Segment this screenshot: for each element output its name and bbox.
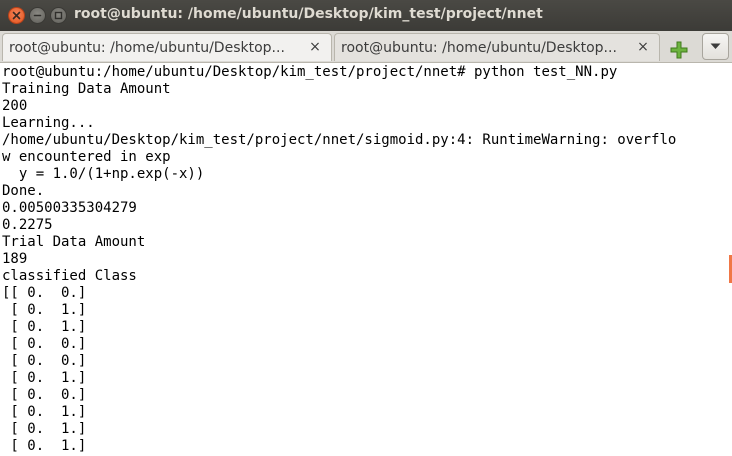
terminal-line: 0.00500335304279	[2, 200, 137, 216]
minimize-icon	[33, 14, 42, 17]
chevron-down-icon	[710, 43, 721, 49]
terminal-line: Training Data Amount	[2, 81, 171, 97]
terminal-line: 189	[2, 251, 28, 267]
maximize-icon	[54, 11, 63, 20]
terminal-line: [ 0. 1.]	[2, 370, 87, 386]
terminal-line: [ 0. 1.]	[2, 404, 87, 420]
new-tab-button[interactable]	[667, 38, 691, 62]
tab-label: root@ubuntu: /home/ubuntu/Desktop...	[9, 39, 285, 56]
terminal-line: y = 1.0/(1+np.exp(-x))	[2, 166, 205, 182]
terminal-line: Trial Data Amount	[2, 234, 146, 250]
terminal-line: Done.	[2, 183, 45, 199]
terminal-line: w encountered in exp	[2, 149, 171, 165]
terminal-line: [ 0. 1.]	[2, 421, 87, 437]
terminal-line: [ 0. 1.]	[2, 438, 87, 454]
window-title: root@ubuntu: /home/ubuntu/Desktop/kim_te…	[74, 6, 543, 22]
terminal-line: 0.2275	[2, 217, 53, 233]
terminal-line: Learning...	[2, 115, 95, 131]
terminal-line: 200	[2, 98, 28, 114]
title-bar[interactable]: root@ubuntu: /home/ubuntu/Desktop/kim_te…	[0, 0, 732, 31]
tab-terminal-1[interactable]: root@ubuntu: /home/ubuntu/Desktop... ×	[2, 33, 332, 61]
terminal-line: root@ubuntu:/home/ubuntu/Desktop/kim_tes…	[2, 64, 618, 80]
terminal-line: [[ 0. 0.]	[2, 285, 87, 301]
close-button[interactable]	[8, 7, 25, 24]
terminal-line: [ 0. 1.]	[2, 319, 87, 335]
plus-icon	[670, 41, 688, 59]
terminal-line: [ 0. 0.]	[2, 387, 87, 403]
terminal-line: /home/ubuntu/Desktop/kim_test/project/nn…	[2, 132, 677, 148]
tab-close-button[interactable]: ×	[307, 39, 323, 55]
minimize-button[interactable]	[29, 7, 46, 24]
terminal-line: [ 0. 0.]	[2, 353, 87, 369]
terminal-line: [ 0. 1.]	[2, 302, 87, 318]
tab-terminal-2[interactable]: root@ubuntu: /home/ubuntu/Desktop... ×	[334, 33, 660, 61]
terminal-line: classified Class	[2, 268, 137, 284]
tab-close-button[interactable]: ×	[635, 39, 651, 55]
maximize-button[interactable]	[50, 7, 67, 24]
tab-bar: root@ubuntu: /home/ubuntu/Desktop... × r…	[0, 31, 732, 63]
tab-menu-button[interactable]	[702, 33, 729, 60]
tab-label: root@ubuntu: /home/ubuntu/Desktop...	[341, 39, 617, 56]
close-icon	[12, 11, 21, 20]
terminal-window: root@ubuntu: /home/ubuntu/Desktop/kim_te…	[0, 0, 732, 456]
terminal-line: [ 0. 0.]	[2, 336, 87, 352]
terminal-output[interactable]: root@ubuntu:/home/ubuntu/Desktop/kim_tes…	[0, 64, 728, 456]
